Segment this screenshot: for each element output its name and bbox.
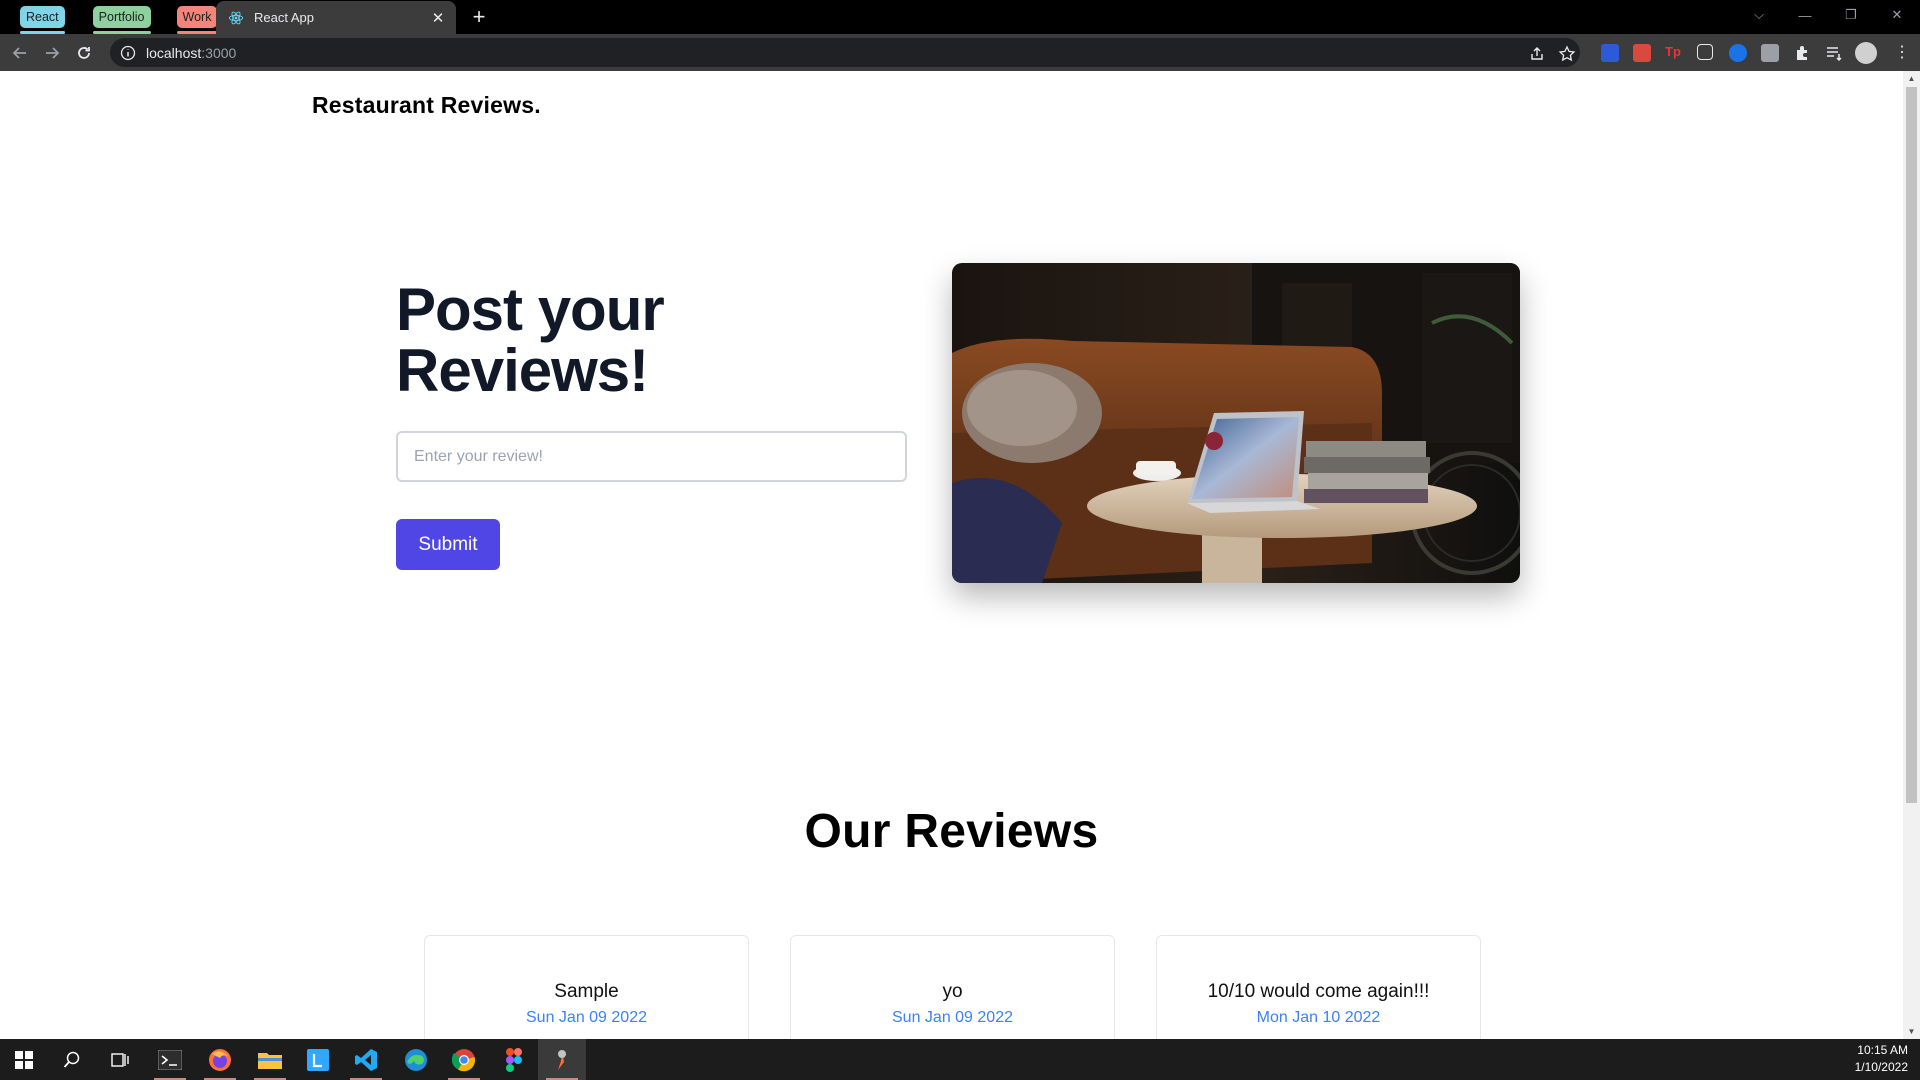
- clock-date: 1/10/2022: [1854, 1060, 1908, 1074]
- review-card: yo Sun Jan 09 2022: [790, 935, 1115, 1039]
- review-card: 10/10 would come again!!! Mon Jan 10 202…: [1156, 935, 1481, 1039]
- new-tab-button[interactable]: +: [468, 6, 490, 28]
- review-text: 10/10 would come again!!!: [1207, 981, 1430, 1002]
- reload-button[interactable]: [71, 40, 97, 66]
- review-text: yo: [942, 981, 963, 1002]
- url-port: :3000: [201, 44, 237, 61]
- extension-red-icon[interactable]: [1633, 44, 1651, 62]
- reload-icon: [78, 46, 90, 59]
- review-date: Sun Jan 09 2022: [892, 1009, 1013, 1026]
- windows-taskbar: 10:15 AM 1/10/2022: [0, 1039, 1920, 1080]
- start-button[interactable]: [0, 1039, 48, 1080]
- kebab-menu-icon[interactable]: ⋮: [1893, 44, 1911, 62]
- hero-image: [952, 263, 1520, 583]
- tab-group-label: Work: [182, 10, 212, 24]
- firefox-icon: [209, 1048, 231, 1071]
- page-scrollbar[interactable]: ▲ ▼: [1903, 71, 1920, 1039]
- submit-button[interactable]: Submit: [396, 519, 500, 570]
- minimize-button[interactable]: —: [1782, 0, 1828, 30]
- tab-group-label: Portfolio: [98, 10, 145, 24]
- chrome-app[interactable]: [440, 1039, 488, 1080]
- tab-react-app[interactable]: React App ✕: [216, 1, 456, 34]
- arrow-left-icon: [12, 46, 26, 59]
- scroll-up-arrow-icon[interactable]: ▲: [1907, 74, 1916, 83]
- reviews-grid: Sample Sun Jan 09 2022 yo Sun Jan 09 202…: [424, 935, 1481, 1039]
- scroll-down-arrow-icon[interactable]: ▼: [1907, 1027, 1916, 1036]
- folder-icon: [258, 1052, 282, 1069]
- figma-app[interactable]: [490, 1039, 538, 1080]
- terminal-icon: [158, 1049, 182, 1070]
- figma-icon: [506, 1047, 522, 1072]
- url-host: localhost: [146, 44, 202, 61]
- laptop-scene-image: [952, 263, 1520, 583]
- hero-title: Post your Reviews!: [396, 276, 665, 404]
- edge-icon: [405, 1048, 427, 1071]
- reading-list-icon[interactable]: [1825, 44, 1843, 62]
- tab-search-icon[interactable]: ⌵: [1736, 0, 1782, 30]
- task-view-button[interactable]: [96, 1039, 144, 1080]
- postman-app[interactable]: [538, 1039, 586, 1080]
- tab-group-work[interactable]: Work: [176, 6, 218, 34]
- puzzle-extensions-icon[interactable]: [1793, 44, 1811, 62]
- extension-bitwarden-icon[interactable]: [1601, 44, 1619, 62]
- forward-button[interactable]: [39, 40, 65, 66]
- arrow-right-icon: [46, 46, 60, 59]
- extension-tp-icon[interactable]: Tp: [1665, 44, 1683, 62]
- lightroom-icon: [307, 1048, 329, 1071]
- browser-tab-strip: React Portfolio Work React App ✕ + ⌵ — ❐…: [0, 0, 1920, 34]
- tab-group-portfolio[interactable]: Portfolio: [92, 6, 151, 34]
- back-button[interactable]: [7, 40, 33, 66]
- terminal-app[interactable]: [146, 1039, 194, 1080]
- extension-gray-icon[interactable]: [1761, 44, 1779, 62]
- review-card: Sample Sun Jan 09 2022: [424, 935, 749, 1039]
- file-explorer-app[interactable]: [246, 1039, 294, 1080]
- firefox-app[interactable]: [196, 1039, 244, 1080]
- close-tab-icon[interactable]: ✕: [430, 10, 446, 27]
- lightroom-app[interactable]: [294, 1039, 342, 1080]
- info-icon[interactable]: [120, 45, 136, 61]
- tab-title: React App: [254, 10, 314, 25]
- chrome-icon: [452, 1048, 476, 1071]
- share-icon[interactable]: [1528, 45, 1546, 63]
- tab-group-react[interactable]: React: [20, 6, 65, 34]
- react-icon: [228, 11, 244, 24]
- search-button[interactable]: [48, 1039, 96, 1080]
- tab-group-label: React: [26, 10, 59, 24]
- review-date: Mon Jan 10 2022: [1256, 1009, 1381, 1026]
- windows-start-icon: [15, 1050, 33, 1069]
- review-text: Sample: [554, 981, 619, 1002]
- page-viewport: Restaurant Reviews. Post your Reviews! S…: [0, 71, 1903, 1039]
- task-view-icon: [111, 1052, 129, 1067]
- reviews-heading: Our Reviews: [804, 805, 1099, 858]
- address-bar[interactable]: localhost:3000: [110, 38, 1580, 67]
- bookmark-star-icon[interactable]: [1558, 45, 1576, 63]
- edge-app[interactable]: [392, 1039, 440, 1080]
- scrollbar-thumb[interactable]: [1906, 87, 1917, 803]
- search-icon: [63, 1051, 80, 1068]
- close-window-button[interactable]: ✕: [1874, 0, 1920, 30]
- clock-time: 10:15 AM: [1857, 1043, 1908, 1057]
- vscode-icon: [355, 1048, 377, 1071]
- review-date: Sun Jan 09 2022: [526, 1009, 647, 1026]
- profile-avatar[interactable]: [1855, 42, 1877, 64]
- postman-icon: [558, 1049, 566, 1070]
- extension-glasses-icon[interactable]: [1697, 44, 1713, 60]
- browser-toolbar: localhost:3000 Tp ⋮: [0, 34, 1920, 71]
- review-input[interactable]: [396, 431, 907, 482]
- vscode-app[interactable]: [342, 1039, 390, 1080]
- extension-blue-badge-icon[interactable]: [1729, 44, 1747, 62]
- system-clock[interactable]: 10:15 AM 1/10/2022: [1855, 1042, 1908, 1076]
- restore-button[interactable]: ❐: [1828, 0, 1874, 30]
- site-brand[interactable]: Restaurant Reviews.: [312, 92, 541, 119]
